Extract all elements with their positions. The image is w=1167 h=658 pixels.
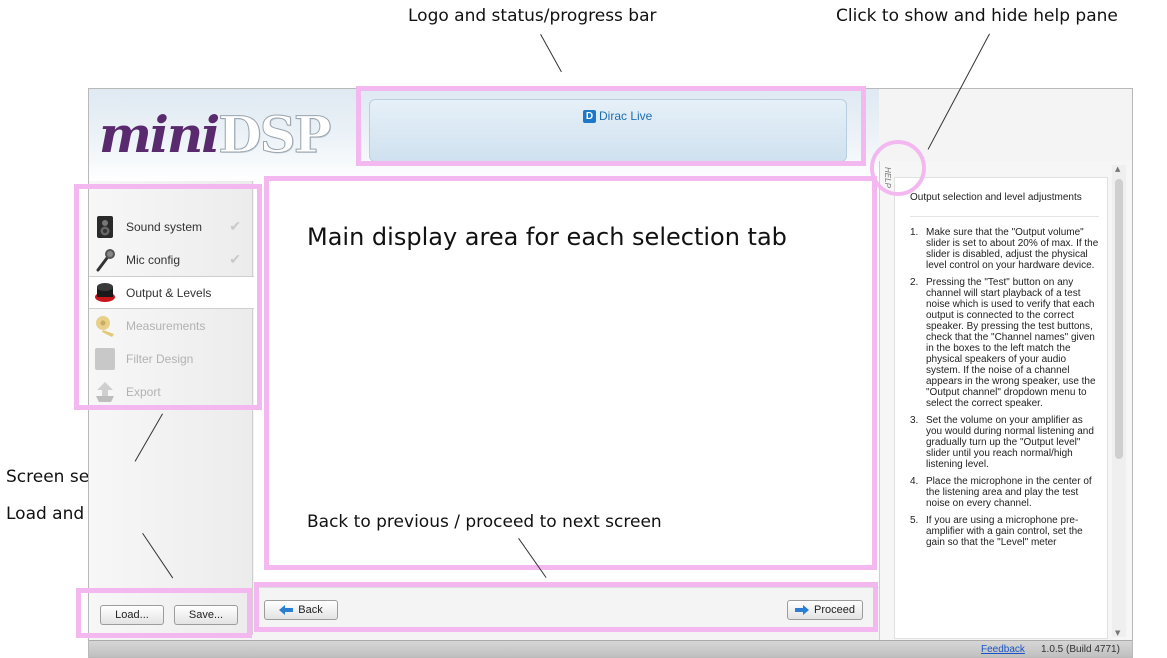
highlight-status-bar	[356, 86, 866, 166]
highlight-nav	[254, 582, 878, 632]
scroll-down-icon[interactable]: ▼	[1115, 629, 1120, 637]
feedback-link[interactable]: Feedback	[981, 644, 1025, 655]
scroll-thumb[interactable]	[1115, 179, 1123, 459]
help-scrollbar[interactable]: ▲ ▼	[1112, 165, 1126, 637]
annotation-help-toggle: Click to show and hide help pane	[836, 6, 1118, 26]
help-title: Output selection and level adjustments	[910, 192, 1099, 217]
help-step: 1. Make sure that the "Output volume" sli…	[910, 227, 1099, 271]
help-step: 3. Set the volume on your amplifier as yo…	[910, 415, 1094, 470]
minidsp-logo: miniDSP	[99, 105, 332, 165]
help-step: 5. If you are using a microphone pre-ampl…	[910, 515, 1083, 548]
help-content: Output selection and level adjustments 1…	[894, 177, 1108, 639]
scroll-up-icon[interactable]: ▲	[1115, 165, 1120, 173]
help-steps: 1. Make sure that the "Output volume" sli…	[910, 227, 1099, 548]
highlight-help-toggle	[870, 140, 926, 196]
help-pane: Output selection and level adjustments 1…	[879, 161, 1132, 641]
help-step: 4. Place the microphone in the center of …	[910, 476, 1092, 509]
highlight-load-save	[76, 588, 252, 638]
footer: Feedback 1.0.5 (Build 4771)	[89, 640, 1132, 657]
highlight-main-area	[264, 176, 877, 570]
pointer-line	[540, 34, 562, 73]
highlight-tabs	[74, 184, 262, 410]
help-step: 2. Pressing the "Test" button on any chan…	[910, 277, 1096, 409]
version-label: 1.0.5 (Build 4771)	[1041, 644, 1120, 655]
annotation-logo-status: Logo and status/progress bar	[408, 6, 657, 26]
